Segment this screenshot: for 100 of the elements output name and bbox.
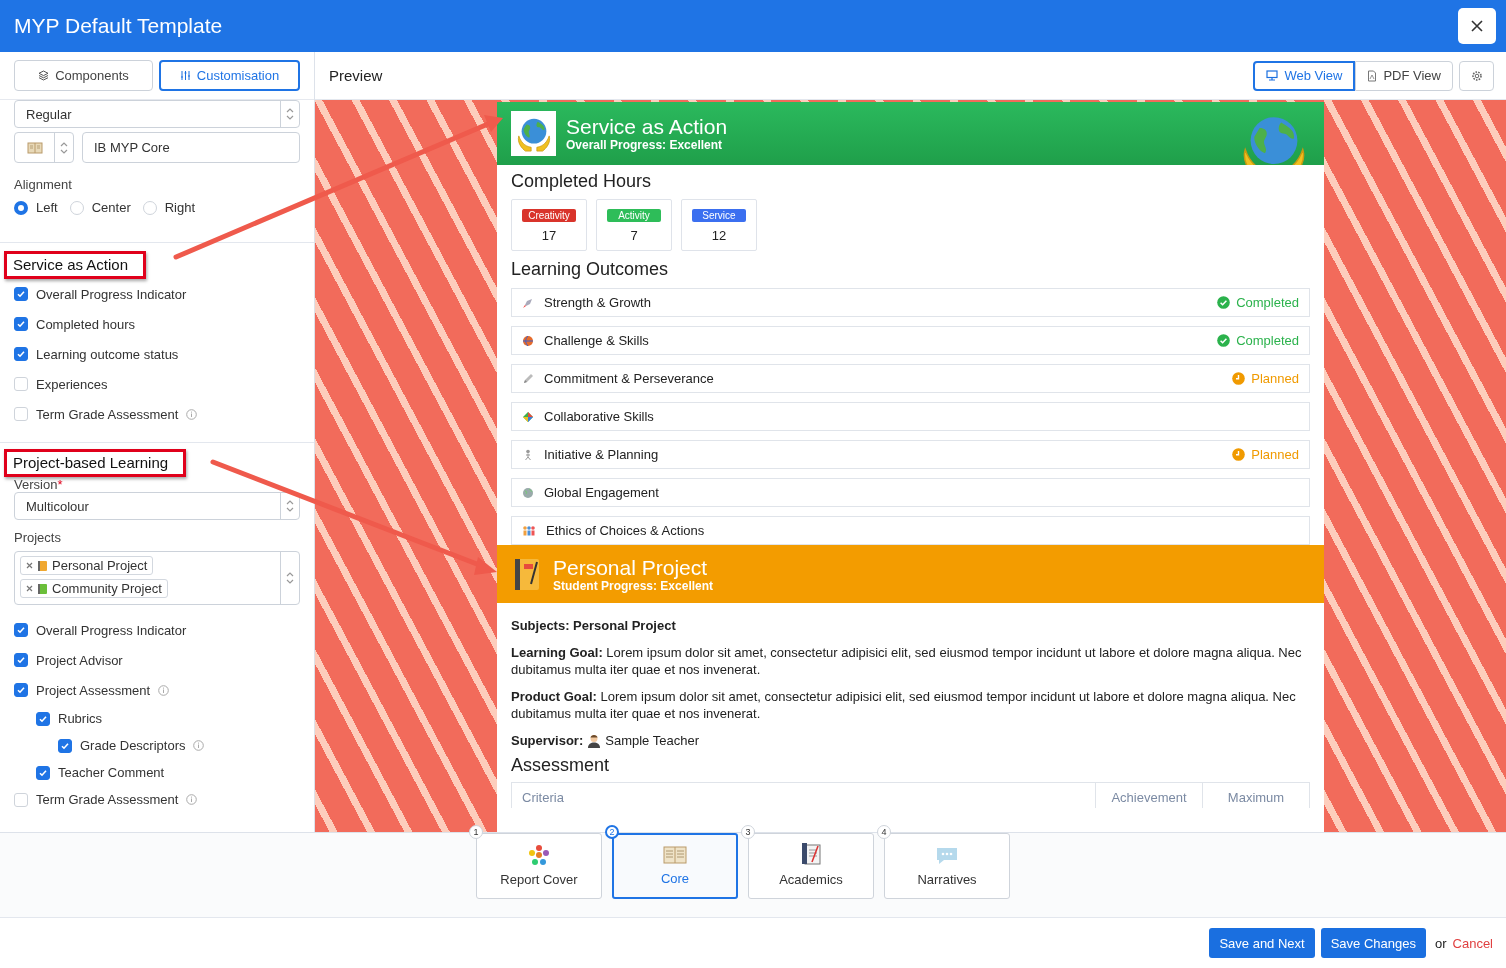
column-header: Maximum — [1202, 782, 1310, 808]
style-select[interactable]: Regular — [14, 100, 300, 128]
stepper-icon — [286, 571, 294, 585]
check-icon — [16, 349, 26, 359]
status-text: Completed — [1236, 295, 1299, 310]
outcome-label: Challenge & Skills — [544, 333, 650, 348]
field-label: Alignment — [14, 177, 73, 192]
option-label: Rubrics — [58, 711, 103, 726]
outcome-label: Commitment & Perseverance — [544, 371, 715, 386]
section-heading: Completed Hours — [511, 171, 653, 192]
remove-icon — [26, 585, 33, 592]
hours-value: 12 — [711, 228, 727, 243]
remove-icon — [26, 562, 33, 569]
field-label: Projects — [13, 530, 62, 545]
pencil-icon — [522, 372, 534, 385]
checkbox[interactable] — [14, 623, 28, 637]
stepper-icon — [286, 499, 294, 513]
status-text: Planned — [1251, 447, 1299, 462]
field-label: Version* — [13, 477, 64, 492]
chat-bubble-icon — [935, 846, 959, 866]
option-label: Grade Descriptors — [80, 738, 186, 753]
checkbox[interactable] — [14, 317, 28, 331]
radio-option[interactable]: Center — [69, 200, 135, 215]
column-header: Achievement — [1095, 782, 1203, 808]
radio-option[interactable]: Right — [142, 200, 200, 215]
close-icon — [1471, 20, 1483, 32]
checkbox[interactable] — [14, 653, 28, 667]
step-card[interactable]: Core — [612, 833, 738, 899]
document-icon — [1367, 69, 1378, 82]
option-label: Completed hours — [36, 316, 135, 332]
column-header: Criteria — [511, 782, 1096, 808]
option-label: Teacher Comment — [58, 765, 165, 780]
outcome-label: Initiative & Planning — [544, 447, 660, 462]
check-icon — [38, 767, 48, 778]
check-icon — [16, 289, 26, 299]
window-title: MYP Default Template — [14, 14, 223, 38]
radio-option[interactable]: Left — [14, 200, 62, 215]
settings-icon — [1470, 69, 1483, 82]
layers-icon — [38, 70, 50, 81]
projects-field[interactable]: Personal Project Community Project — [14, 551, 300, 605]
checkbox[interactable] — [36, 765, 50, 780]
book-icon — [663, 845, 687, 865]
hours-label: Service — [692, 209, 746, 222]
people-icon — [522, 524, 536, 537]
save-button[interactable]: Save Changes — [1320, 928, 1426, 958]
tab[interactable]: Components — [14, 60, 153, 91]
checkbox[interactable] — [58, 738, 72, 753]
people-circle-icon — [528, 844, 550, 866]
subjects-text: Subjects: Personal Project — [511, 617, 677, 634]
check-icon — [16, 625, 26, 635]
save-button[interactable]: Save and Next — [1209, 928, 1315, 958]
or-text: or — [1434, 935, 1447, 951]
outcome-label: Strength & Growth — [544, 295, 652, 310]
sliders-icon — [179, 70, 191, 81]
clock-icon — [1232, 448, 1246, 461]
view-tab[interactable]: Web View — [1253, 60, 1356, 91]
notebook-icon — [37, 582, 48, 595]
hours-value: 17 — [541, 228, 557, 243]
monitor-icon — [1266, 70, 1279, 81]
supervisor-name: Sample Teacher — [605, 732, 699, 749]
ball-icon — [522, 334, 534, 347]
check-icon — [16, 685, 26, 695]
check-circle-icon — [1217, 334, 1231, 347]
check-icon — [16, 655, 26, 665]
rocket-icon — [522, 296, 534, 309]
project-tag[interactable]: Community Project — [20, 579, 168, 598]
project-tag[interactable]: Personal Project — [20, 556, 154, 575]
checkbox[interactable] — [14, 347, 28, 361]
status-text: Planned — [1251, 371, 1299, 386]
checkbox[interactable] — [36, 711, 50, 726]
notebook-icon — [37, 559, 48, 572]
option-label: Project Assessment — [36, 682, 151, 698]
stepper-icon — [60, 140, 68, 155]
cancel-link[interactable]: Cancel — [1452, 935, 1493, 951]
section-heading: Learning Outcomes — [511, 259, 670, 280]
notebook-pen-icon — [800, 842, 822, 866]
stepper-icon — [286, 107, 294, 121]
outcome-label: Global Engagement — [544, 485, 660, 500]
hours-value: 7 — [630, 228, 638, 243]
tab[interactable]: Customisation — [159, 60, 300, 91]
banner-title: Personal Project — [553, 555, 709, 579]
checkbox[interactable] — [14, 683, 28, 697]
option-label: Overall Progress Indicator — [36, 286, 187, 302]
banner-title: Service as Action — [566, 115, 728, 138]
title-field[interactable]: IB MYP Core — [82, 132, 300, 163]
outcome-label: Ethics of Choices & Actions — [546, 523, 706, 538]
section-title: Project-based Learning — [4, 449, 187, 477]
close-button[interactable] — [1458, 8, 1496, 44]
settings-button[interactable] — [1459, 60, 1494, 91]
check-icon — [16, 319, 26, 329]
hours-label: Activity — [607, 209, 661, 222]
status-text: Completed — [1236, 333, 1299, 348]
book-icon — [26, 141, 43, 154]
checkbox[interactable] — [14, 287, 28, 301]
view-tab[interactable]: PDF View — [1355, 60, 1453, 91]
option-label: Experiences — [36, 376, 108, 392]
radio-button[interactable] — [14, 200, 28, 215]
option-label: Learning outcome status — [36, 346, 179, 362]
version-select[interactable]: Multicolour — [14, 492, 300, 520]
clock-icon — [1232, 372, 1246, 385]
